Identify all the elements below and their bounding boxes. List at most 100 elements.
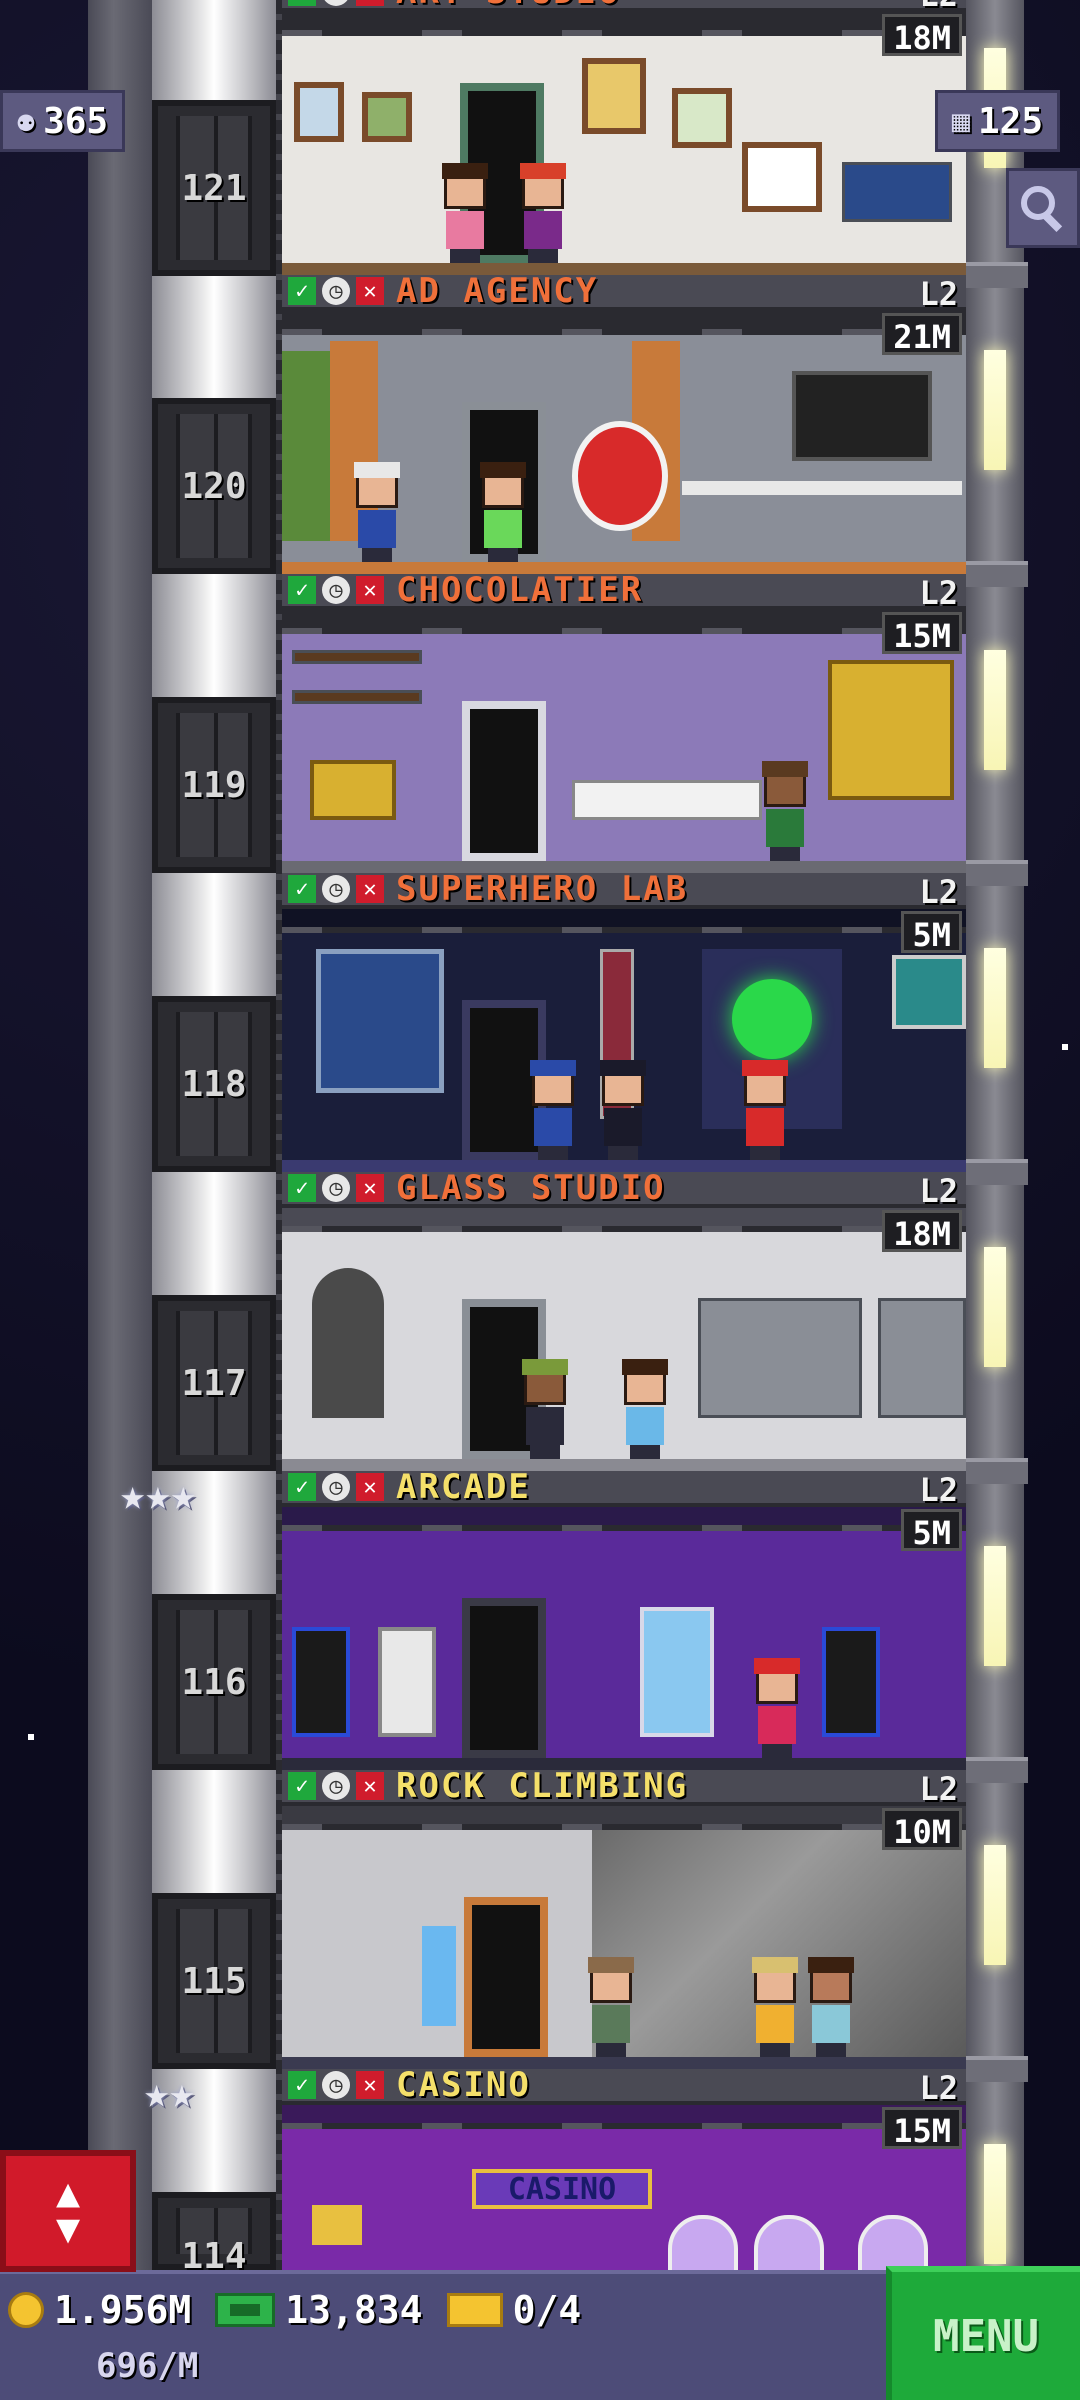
clock-icon[interactable]: ◷ (322, 875, 350, 903)
close-icon[interactable]: ✕ (356, 2071, 384, 2099)
bitizen[interactable] (740, 1060, 790, 1160)
stock-indicator: 21M (882, 313, 962, 356)
clock-icon[interactable]: ◷ (322, 0, 350, 6)
close-icon[interactable]: ✕ (356, 576, 384, 604)
desk (682, 481, 962, 495)
close-icon[interactable]: ✕ (356, 1174, 384, 1202)
floor-number: 115 (181, 1961, 247, 2002)
wall-lamp (984, 350, 1006, 470)
wall-lamp (984, 1247, 1006, 1367)
search-button[interactable] (1006, 168, 1080, 248)
floor-name: ART STUDIO (396, 0, 621, 12)
elevator-button[interactable]: ▲ ▼ (0, 2150, 136, 2272)
floor-star-rating: ★★★ (120, 1470, 196, 1519)
floor-level: L2 (919, 275, 958, 313)
floor-level: L2 (919, 1172, 958, 1210)
bitizen[interactable] (518, 163, 568, 263)
shaft-floor-114: 114 (152, 2192, 276, 2277)
floor-glass-studio[interactable]: ✓ ◷ ✕ GLASS STUDIO L2 18M (282, 1168, 966, 1471)
close-icon[interactable]: ✕ (356, 1473, 384, 1501)
bitizen[interactable] (760, 761, 810, 861)
floor-header: ✓ ◷ ✕ SUPERHERO LAB L2 (282, 869, 966, 911)
check-icon[interactable]: ✓ (288, 0, 316, 6)
bitizen[interactable] (586, 1957, 636, 2057)
room-glass-studio[interactable] (282, 1208, 966, 1471)
room-ad-agency[interactable] (282, 311, 966, 574)
room-arcade[interactable] (282, 1507, 966, 1770)
floor-arcade[interactable]: ✓ ◷ ✕ ARCADE L2 5M (282, 1467, 966, 1770)
check-icon[interactable]: ✓ (288, 2071, 316, 2099)
check-icon[interactable]: ✓ (288, 277, 316, 305)
bitizen[interactable] (352, 462, 402, 562)
floor-chocolatier[interactable]: ✓ ◷ ✕ CHOCOLATIER L2 15M (282, 570, 966, 873)
water-cooler (422, 1926, 456, 2026)
floor-number: 121 (181, 168, 247, 209)
check-icon[interactable]: ✓ (288, 1174, 316, 1202)
bux-icon[interactable] (215, 2293, 276, 2327)
floor-header: ✓ ◷ ✕ CASINO L2 (282, 2065, 966, 2107)
glowing-orb (732, 979, 812, 1059)
claw-machine (640, 1607, 714, 1737)
floor-count: 125 (977, 100, 1043, 142)
floor-header: ✓ ◷ ✕ ARCADE L2 (282, 1467, 966, 1509)
floor-number: 119 (181, 765, 247, 806)
close-icon[interactable]: ✕ (356, 875, 384, 903)
floor-number: 116 (181, 1662, 247, 1703)
floor-art-studio[interactable]: ✓ ◷ ✕ ART STUDIO L2 18M (282, 0, 966, 275)
bitizen[interactable] (598, 1060, 648, 1160)
bitizen[interactable] (806, 1957, 856, 2057)
population-badge[interactable]: ⚉ 365 (0, 90, 126, 152)
counter (572, 780, 762, 820)
close-icon[interactable]: ✕ (356, 1772, 384, 1800)
check-icon[interactable]: ✓ (288, 576, 316, 604)
floor-superhero-lab[interactable]: ✓ ◷ ✕ SUPERHERO LAB L2 5M (282, 869, 966, 1172)
room-chocolatier[interactable] (282, 610, 966, 873)
close-icon[interactable]: ✕ (356, 0, 384, 6)
bitizen[interactable] (750, 1957, 800, 2057)
star (28, 1734, 34, 1740)
room-superhero-lab[interactable] (282, 909, 966, 1172)
wall-ledge (966, 2056, 1028, 2082)
check-icon[interactable]: ✓ (288, 1473, 316, 1501)
supply-cabinet (842, 162, 952, 222)
stock-indicator: 15M (882, 612, 962, 655)
floor-header: ✓ ◷ ✕ AD AGENCY L2 (282, 271, 966, 313)
ticket-icon[interactable] (446, 2293, 503, 2327)
slot-machine (858, 2215, 928, 2270)
check-icon[interactable]: ✓ (288, 1772, 316, 1800)
room-rock-climbing[interactable] (282, 1806, 966, 2069)
close-icon[interactable]: ✕ (356, 277, 384, 305)
clock-icon[interactable]: ◷ (322, 576, 350, 604)
floor-name: CHOCOLATIER (396, 570, 644, 610)
room-casino[interactable]: CASINO (282, 2105, 966, 2270)
clock-icon[interactable]: ◷ (322, 1473, 350, 1501)
shaft-floor-121: 121 (152, 100, 276, 276)
floor-casino[interactable]: ✓ ◷ ✕ CASINO L2 CASINO 15M (282, 2065, 966, 2270)
bitizen[interactable] (440, 163, 490, 263)
floor-count-badge[interactable]: ▦ 125 (934, 90, 1060, 152)
room-art-studio[interactable] (282, 12, 966, 275)
bitizen[interactable] (620, 1359, 670, 1459)
floor-rock-climbing[interactable]: ✓ ◷ ✕ ROCK CLIMBING L2 10M (282, 1766, 966, 2069)
bitizen[interactable] (752, 1658, 802, 1758)
clock-icon[interactable]: ◷ (322, 2071, 350, 2099)
floor-ad-agency[interactable]: ✓ ◷ ✕ AD AGENCY L2 21M (282, 271, 966, 574)
wall-ledge (966, 1159, 1028, 1185)
clock-icon[interactable]: ◷ (322, 277, 350, 305)
menu-button[interactable]: MENU (886, 2266, 1080, 2400)
stock-indicator: 18M (882, 1210, 962, 1253)
painting (672, 88, 732, 148)
floor-name: AD AGENCY (396, 271, 599, 311)
check-icon[interactable]: ✓ (288, 875, 316, 903)
ticket-count[interactable]: 0/4 (513, 2288, 582, 2332)
coin-balance: 1.956M (54, 2288, 192, 2332)
clock-icon[interactable]: ◷ (322, 1174, 350, 1202)
shelf (292, 650, 422, 664)
bitizen[interactable] (478, 462, 528, 562)
bitizen[interactable] (528, 1060, 578, 1160)
bitizen[interactable] (520, 1359, 570, 1459)
tower-left-wall (88, 0, 152, 2270)
clock-icon[interactable]: ◷ (322, 1772, 350, 1800)
bux-balance[interactable]: 13,834 (285, 2288, 422, 2332)
floor-level: L2 (919, 873, 958, 911)
